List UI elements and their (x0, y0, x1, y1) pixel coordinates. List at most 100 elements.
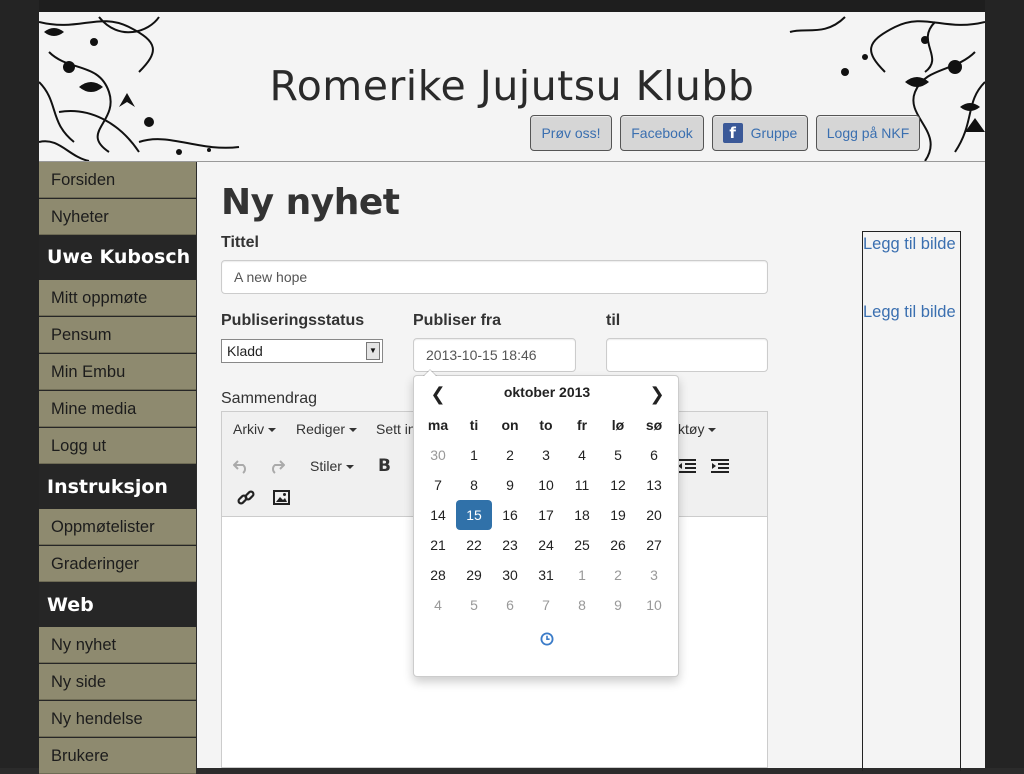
day-cell[interactable]: 23 (492, 530, 528, 560)
next-month-icon[interactable]: ❯ (642, 382, 672, 406)
indent-icon[interactable] (711, 458, 729, 474)
title-label: Tittel (221, 234, 259, 251)
sidebar-item-forsiden[interactable]: Forsiden (39, 162, 196, 198)
caret-down-icon (268, 428, 277, 433)
editor-menu-rediger-label: Rediger (296, 421, 346, 437)
publish-status-label: Publiseringsstatus (221, 312, 365, 329)
day-cell-other-month[interactable]: 6 (492, 590, 528, 620)
day-cell[interactable]: 3 (528, 440, 564, 470)
clock-icon[interactable] (540, 632, 554, 646)
day-cell-other-month[interactable]: 4 (420, 590, 456, 620)
editor-menu-arkiv[interactable]: Arkiv (233, 421, 277, 437)
outdent-icon[interactable] (678, 458, 696, 474)
link-icon[interactable] (237, 489, 255, 507)
day-cell[interactable]: 30 (492, 560, 528, 590)
sidebar-nav: Forsiden Nyheter Uwe Kubosch Mitt oppmøt… (39, 162, 196, 774)
summary-label: Sammendrag (221, 390, 318, 407)
weekday-header: ti (469, 417, 479, 433)
add-image-link-2[interactable]: Legg til bilde (863, 303, 956, 322)
day-cell[interactable]: 24 (528, 530, 564, 560)
day-cell[interactable]: 22 (456, 530, 492, 560)
prev-month-icon[interactable]: ❮ (423, 382, 453, 406)
sidebar-item-nyheter[interactable]: Nyheter (39, 199, 196, 235)
day-cell[interactable]: 21 (420, 530, 456, 560)
page-title: Ny nyhet (221, 182, 400, 223)
day-cell-other-month[interactable]: 2 (600, 560, 636, 590)
day-cell[interactable]: 5 (600, 440, 636, 470)
sidebar-item-mitt-oppmote[interactable]: Mitt oppmøte (39, 280, 196, 316)
day-cell[interactable]: 28 (420, 560, 456, 590)
editor-menu-sett-inn[interactable]: Sett in (376, 421, 416, 437)
sidebar-item-logg-ut[interactable]: Logg ut (39, 428, 196, 464)
sidebar-item-ny-nyhet[interactable]: Ny nyhet (39, 627, 196, 663)
sidebar-item-graderinger[interactable]: Graderinger (39, 546, 196, 582)
style-dropdown-label: Stiler (310, 458, 342, 474)
day-cell-other-month[interactable]: 7 (528, 590, 564, 620)
day-cell-other-month[interactable]: 3 (636, 560, 672, 590)
sidebar-item-mine-media[interactable]: Mine media (39, 391, 196, 427)
day-cell-other-month[interactable]: 5 (456, 590, 492, 620)
sidebar-item-pensum[interactable]: Pensum (39, 317, 196, 353)
day-cell[interactable]: 8 (456, 470, 492, 500)
site-header: Romerike Jujutsu Klubb Prøv oss! Faceboo… (39, 12, 985, 162)
day-cell[interactable]: 17 (528, 500, 564, 530)
style-dropdown[interactable]: Stiler (310, 458, 354, 474)
title-input[interactable]: A new hope (221, 260, 768, 294)
nkf-login-button[interactable]: Logg på NKF (816, 115, 920, 151)
day-cell[interactable]: 10 (528, 470, 564, 500)
select-arrow-icon: ▼ (366, 342, 380, 360)
day-cell[interactable]: 12 (600, 470, 636, 500)
publish-to-input[interactable] (606, 338, 768, 372)
facebook-group-label: Gruppe (750, 125, 798, 141)
weekday-header: fr (576, 417, 588, 433)
day-cell[interactable]: 20 (636, 500, 672, 530)
day-cell-other-month[interactable]: 9 (600, 590, 636, 620)
day-cell[interactable]: 9 (492, 470, 528, 500)
try-us-button[interactable]: Prøv oss! (530, 115, 612, 151)
add-image-link-1[interactable]: Legg til bilde (863, 235, 956, 254)
bold-icon[interactable]: B (378, 456, 391, 476)
day-cell-other-month[interactable]: 8 (564, 590, 600, 620)
day-cell[interactable]: 7 (420, 470, 456, 500)
image-icon[interactable] (273, 490, 290, 505)
publish-status-select[interactable]: Kladd ▼ (221, 339, 383, 363)
day-cell[interactable]: 4 (564, 440, 600, 470)
sidebar-heading-web: Web (47, 594, 94, 616)
sidebar-item-ny-side[interactable]: Ny side (39, 664, 196, 700)
sidebar-item-ny-hendelse[interactable]: Ny hendelse (39, 701, 196, 737)
facebook-button[interactable]: Facebook (620, 115, 704, 151)
datepicker-month-title[interactable]: oktober 2013 (484, 384, 610, 400)
facebook-group-button[interactable]: f Gruppe (712, 115, 808, 151)
day-cell[interactable]: 31 (528, 560, 564, 590)
editor-menu-rediger[interactable]: Rediger (296, 421, 358, 437)
day-cell[interactable]: 1 (456, 440, 492, 470)
day-cell[interactable]: 13 (636, 470, 672, 500)
weekday-header-row: ma ti on to fr lø sø (420, 410, 672, 440)
day-cell-other-month[interactable]: 1 (564, 560, 600, 590)
day-cell[interactable]: 27 (636, 530, 672, 560)
datepicker-popup: ❮ oktober 2013 ❯ ma ti on to fr lø sø 30… (413, 369, 679, 677)
day-cell[interactable]: 16 (492, 500, 528, 530)
redo-icon[interactable] (269, 458, 285, 474)
day-cell-selected[interactable]: 15 (456, 500, 492, 530)
sidebar-item-oppmotelister[interactable]: Oppmøtelister (39, 509, 196, 545)
day-cell[interactable]: 14 (420, 500, 456, 530)
undo-icon[interactable] (233, 458, 249, 474)
sidebar-item-min-embu[interactable]: Min Embu (39, 354, 196, 390)
day-cell[interactable]: 18 (564, 500, 600, 530)
editor-menu-verktoy[interactable]: ktøy (678, 421, 717, 437)
weekday-header: to (539, 417, 553, 433)
day-cell[interactable]: 29 (456, 560, 492, 590)
day-cell[interactable]: 6 (636, 440, 672, 470)
day-cell[interactable]: 2 (492, 440, 528, 470)
day-cell[interactable]: 25 (564, 530, 600, 560)
datepicker-grid: ma ti on to fr lø sø 30 1 2 3 4 5 6 7 8 … (420, 410, 672, 620)
window-top-border (0, 0, 1024, 12)
day-cell-other-month[interactable]: 30 (420, 440, 456, 470)
day-cell-other-month[interactable]: 10 (636, 590, 672, 620)
day-cell[interactable]: 11 (564, 470, 600, 500)
sidebar-item-brukere[interactable]: Brukere (39, 738, 196, 774)
day-cell[interactable]: 26 (600, 530, 636, 560)
day-cell[interactable]: 19 (600, 500, 636, 530)
publish-from-input[interactable]: 2013-10-15 18:46 (413, 338, 576, 372)
